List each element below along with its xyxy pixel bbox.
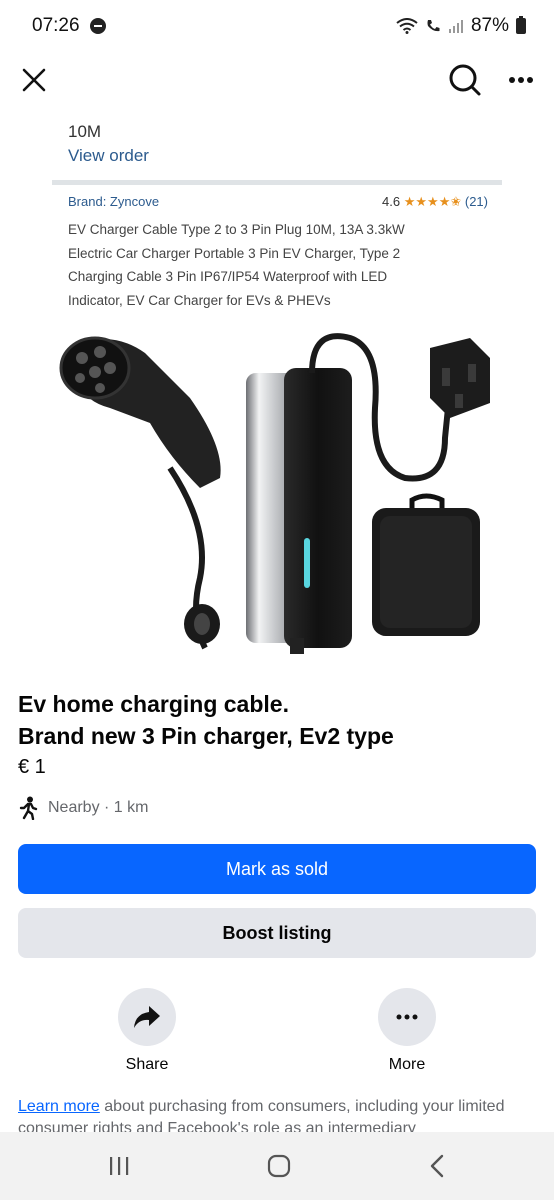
photo-brand-row: Brand: Zyncove 4.6 ★★★★✬ (21): [68, 194, 488, 210]
back-icon[interactable]: [427, 1153, 447, 1179]
photo-brand: Brand: Zyncove: [68, 194, 160, 209]
more-action[interactable]: More: [367, 988, 447, 1074]
photo-rating: 4.6 ★★★★✬ (21): [382, 194, 488, 210]
top-nav: [0, 52, 554, 108]
photo-description: EV Charger Cable Type 2 to 3 Pin Plug 10…: [68, 218, 468, 312]
photo-length-text: 10M: [68, 122, 102, 141]
photo-divider: [52, 180, 502, 185]
close-icon: [22, 68, 46, 92]
listing-title-line: Brand new 3 Pin charger, Ev2 type: [18, 723, 394, 749]
share-action[interactable]: Share: [107, 988, 187, 1074]
listing-title: Ev home charging cable. Brand new 3 Pin …: [18, 688, 538, 752]
call-icon: [427, 20, 440, 32]
share-button[interactable]: [118, 988, 176, 1046]
more-label: More: [388, 1056, 426, 1073]
more-horizontal-icon: [396, 1014, 418, 1020]
photo-desc-line: Electric Car Charger Portable 3 Pin EV C…: [68, 245, 401, 261]
more-button[interactable]: [378, 988, 436, 1046]
photo-desc-line: Indicator, EV Car Charger for EVs & PHEV…: [68, 292, 331, 308]
photo-view-order: View order: [68, 146, 149, 165]
consumer-rights-notice: Learn more about purchasing from consume…: [18, 1096, 538, 1132]
home-icon[interactable]: [266, 1153, 292, 1179]
battery-icon: [516, 16, 526, 34]
mark-as-sold-button[interactable]: Mark as sold: [18, 844, 536, 894]
photo-rating-value: 4.6: [382, 194, 401, 209]
search-icon: [449, 64, 481, 96]
status-left: 07:26: [32, 15, 106, 37]
photo-desc-line: Charging Cable 3 Pin IP67/IP54 Waterproo…: [68, 269, 388, 284]
listing-price: € 1: [18, 756, 46, 778]
learn-more-link[interactable]: Learn more: [18, 1098, 100, 1115]
more-options-button[interactable]: [508, 76, 534, 84]
recent-apps-icon[interactable]: [107, 1154, 131, 1178]
battery-percent: 87%: [470, 15, 509, 36]
status-right: 87%: [396, 15, 526, 37]
clock: 07:26: [32, 15, 80, 36]
ev-charger-product-image: [59, 333, 490, 654]
nav-right: [448, 63, 534, 97]
walking-icon: [19, 796, 38, 820]
listing-location: Nearby · 1 km: [18, 796, 148, 820]
photo-desc-line: EV Charger Cable Type 2 to 3 Pin Plug 10…: [68, 222, 405, 237]
signal-icon: [448, 20, 463, 33]
photo-rating-count: (21): [464, 194, 488, 209]
status-bar: 07:26 87%: [0, 0, 554, 52]
share-label: Share: [125, 1056, 169, 1073]
location-text: Nearby · 1 km: [48, 799, 149, 816]
boost-listing-button[interactable]: Boost listing: [18, 908, 536, 958]
system-nav-bar: [0, 1132, 554, 1200]
photo-rating-stars: ★★★★✬: [403, 194, 462, 209]
listing-title-line: Ev home charging cable.: [18, 691, 289, 717]
search-button[interactable]: [448, 63, 482, 97]
more-icon: [509, 77, 533, 83]
photo-text-top: 10M View order: [68, 120, 149, 168]
do-not-disturb-icon: [89, 18, 106, 34]
share-icon: [134, 1006, 160, 1028]
wifi-icon: [396, 18, 418, 34]
listing-photo[interactable]: 10M View order Brand: Zyncove 4.6 ★★★★✬ …: [0, 108, 554, 668]
close-button[interactable]: [20, 66, 48, 94]
